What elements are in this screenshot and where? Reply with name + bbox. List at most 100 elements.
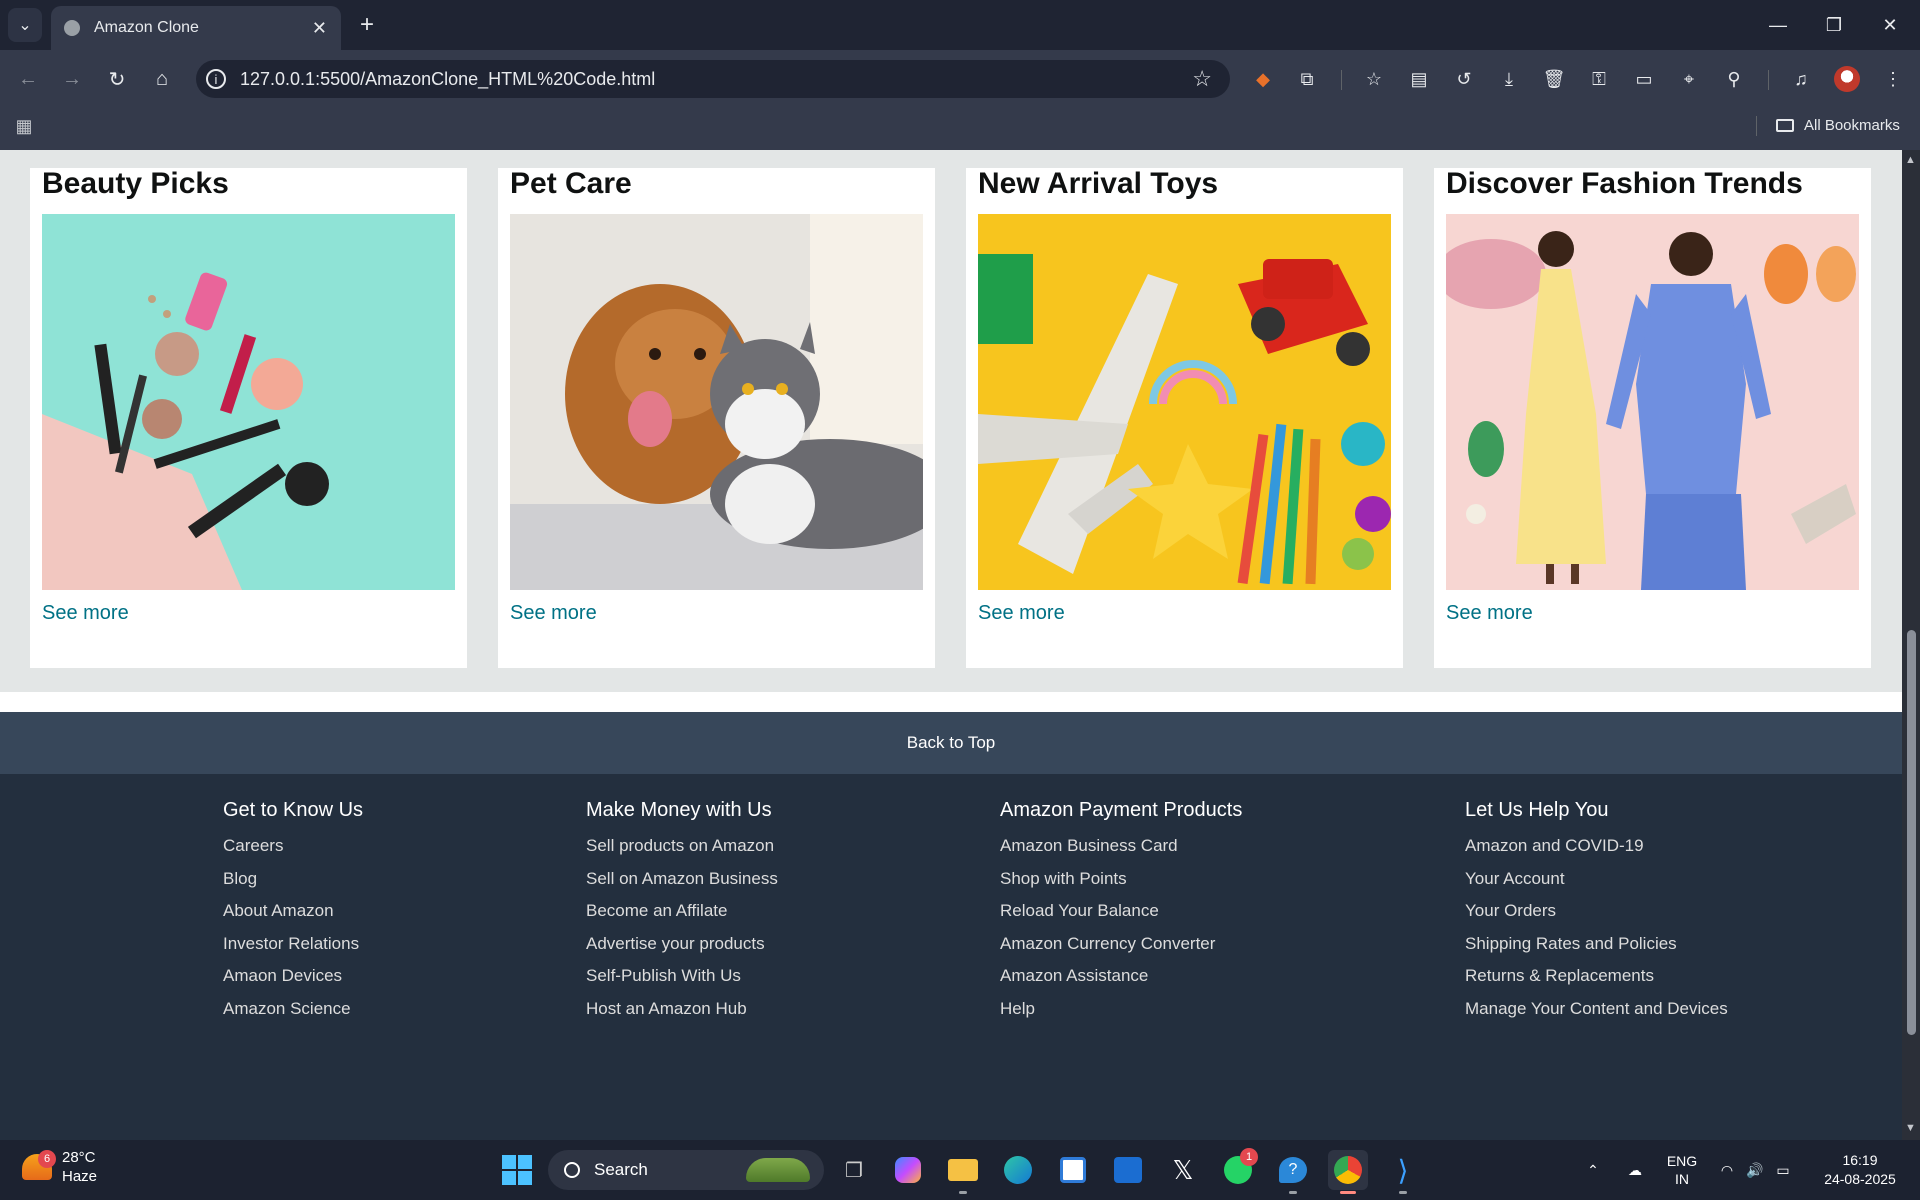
history-icon[interactable]: ↺ (1447, 62, 1481, 96)
browser-tab[interactable]: Amazon Clone ✕ (51, 6, 341, 50)
extensions-icon[interactable]: ⧉ (1290, 62, 1324, 96)
footer-link[interactable]: Careers (223, 836, 363, 856)
passwords-key-icon[interactable]: ⚿ (1582, 62, 1616, 96)
weather-widget[interactable]: 6 28°C Haze (22, 1148, 97, 1186)
reload-button[interactable]: ↻ (99, 62, 135, 96)
media-controls-icon[interactable]: ♫ (1784, 62, 1818, 96)
footer-link[interactable]: Amazon Science (223, 999, 363, 1019)
footer-column-payment-products: Amazon Payment Products Amazon Business … (1000, 798, 1242, 1031)
footer-link[interactable]: Help (1000, 999, 1242, 1019)
delete-data-icon[interactable]: 🗑 (1537, 62, 1571, 96)
footer-link[interactable]: Amazon Business Card (1000, 836, 1242, 856)
scroll-down-arrow-icon[interactable]: ▼ (1905, 1122, 1916, 1134)
metamask-extension-icon[interactable]: ◆ (1246, 62, 1280, 96)
scrollbar-thumb[interactable] (1907, 630, 1916, 1035)
footer-link[interactable]: About Amazon (223, 901, 363, 921)
region-code: IN (1675, 1171, 1689, 1187)
x-twitter-icon[interactable]: 𝕏 (1163, 1150, 1203, 1190)
footer-link[interactable]: Manage Your Content and Devices (1465, 999, 1728, 1019)
footer-heading: Let Us Help You (1465, 799, 1609, 821)
new-tab-button[interactable]: + (352, 10, 382, 40)
footer-link[interactable]: Amazon and COVID-19 (1465, 836, 1728, 856)
card-title: Discover Fashion Trends (1446, 167, 1803, 200)
clock[interactable]: 16:19 24-08-2025 (1812, 1150, 1908, 1190)
reading-list-icon[interactable]: ▤ (1402, 62, 1436, 96)
location-pin-icon[interactable]: ⌖ (1672, 62, 1706, 96)
edge-browser-icon[interactable] (998, 1150, 1038, 1190)
url-text[interactable]: 127.0.0.1:5500/AmazonClone_HTML%20Code.h… (240, 69, 1192, 90)
weather-temperature: 28°C (62, 1149, 96, 1166)
restore-button[interactable]: ❐ (1806, 0, 1862, 50)
footer-link[interactable]: Returns & Replacements (1465, 966, 1728, 986)
wifi-icon[interactable]: ◠ (1714, 1150, 1740, 1190)
see-more-link[interactable]: See more (1446, 602, 1533, 625)
file-explorer-icon[interactable] (943, 1150, 983, 1194)
back-to-top-button[interactable]: Back to Top (0, 712, 1902, 774)
tab-search-chevron-icon[interactable]: ⌄ (8, 8, 42, 42)
footer-link[interactable]: Host an Amazon Hub (586, 999, 778, 1019)
footer-link[interactable]: Reload Your Balance (1000, 901, 1242, 921)
bookmarks-divider (1756, 116, 1757, 136)
footer-column-help: Let Us Help You Amazon and COVID-19 Your… (1465, 798, 1728, 1031)
chrome-icon[interactable] (1328, 1150, 1368, 1194)
beauty-products-image[interactable] (42, 214, 455, 590)
copilot-icon[interactable] (888, 1150, 928, 1190)
footer-link[interactable]: Shop with Points (1000, 869, 1242, 889)
footer-link[interactable]: Investor Relations (223, 934, 363, 954)
footer-link[interactable]: Sell on Amazon Business (586, 869, 778, 889)
footer-link[interactable]: Become an Affilate (586, 901, 778, 921)
footer-link[interactable]: Blog (223, 869, 363, 889)
fashion-trends-image[interactable] (1446, 214, 1859, 590)
minimize-button[interactable]: — (1750, 0, 1806, 50)
tab-close-icon[interactable]: ✕ (312, 18, 327, 39)
apps-grid-icon[interactable]: ▦ (12, 114, 36, 138)
whatsapp-icon[interactable]: 1 (1218, 1148, 1258, 1190)
site-info-icon[interactable]: i (206, 69, 226, 89)
footer-link[interactable]: Amazon Assistance (1000, 966, 1242, 986)
footer-link[interactable]: Sell products on Amazon (586, 836, 778, 856)
taskbar-search[interactable]: Search (548, 1150, 824, 1190)
footer-link[interactable]: Self-Publish With Us (586, 966, 778, 986)
outlook-icon[interactable] (1108, 1150, 1148, 1190)
footer-link[interactable]: Advertise your products (586, 934, 778, 954)
home-button[interactable]: ⌂ (144, 62, 180, 96)
page-scrollbar[interactable]: ▲ ▼ (1902, 150, 1920, 1140)
microsoft-store-icon[interactable] (1053, 1150, 1093, 1190)
scroll-up-arrow-icon[interactable]: ▲ (1905, 154, 1916, 166)
get-help-icon[interactable]: ? (1273, 1150, 1313, 1194)
vscode-icon[interactable]: ⟩ (1383, 1150, 1423, 1194)
more-menu-icon[interactable]: ⋮ (1876, 62, 1910, 96)
footer-link[interactable]: Shipping Rates and Policies (1465, 934, 1728, 954)
payment-card-icon[interactable]: ▭ (1627, 62, 1661, 96)
see-more-link[interactable]: See more (510, 602, 597, 625)
language-indicator[interactable]: ENG IN (1662, 1150, 1702, 1190)
search-highlight-image (746, 1158, 810, 1182)
footer-link[interactable]: Your Orders (1465, 901, 1728, 921)
incognito-icon[interactable]: ⚲ (1717, 62, 1751, 96)
all-bookmarks-button[interactable]: All Bookmarks (1776, 112, 1900, 138)
address-bar[interactable]: i 127.0.0.1:5500/AmazonClone_HTML%20Code… (196, 60, 1230, 98)
footer-link[interactable]: Amazon Currency Converter (1000, 934, 1242, 954)
downloads-icon[interactable]: ⤓ (1492, 62, 1526, 96)
show-hidden-icons-chevron-icon[interactable]: ⌃ (1580, 1150, 1606, 1190)
onedrive-cloud-icon[interactable]: ☁ (1620, 1150, 1650, 1190)
windows-start-icon[interactable] (497, 1150, 537, 1190)
favorites-icon[interactable]: ☆ (1357, 62, 1391, 96)
forward-button[interactable]: → (54, 62, 90, 96)
footer-heading: Get to Know Us (223, 799, 364, 821)
footer-link[interactable]: Amaon Devices (223, 966, 363, 986)
toys-image[interactable] (978, 214, 1391, 590)
battery-icon[interactable]: ▭ (1770, 1150, 1796, 1190)
close-window-button[interactable]: ✕ (1862, 0, 1918, 50)
see-more-link[interactable]: See more (978, 602, 1065, 625)
footer-column-make-money: Make Money with Us Sell products on Amaz… (586, 798, 778, 1031)
see-more-link[interactable]: See more (42, 602, 129, 625)
volume-icon[interactable]: 🔊 (1742, 1150, 1768, 1190)
back-button[interactable]: ← (10, 62, 46, 96)
task-view-icon[interactable]: ❐ (834, 1150, 874, 1190)
footer-link[interactable]: Your Account (1465, 869, 1728, 889)
profile-avatar[interactable] (1830, 62, 1864, 96)
footer-column-get-to-know-us: Get to Know Us Careers Blog About Amazon… (223, 798, 363, 1031)
pet-care-image[interactable] (510, 214, 923, 590)
bookmark-star-icon[interactable]: ☆ (1192, 66, 1212, 92)
